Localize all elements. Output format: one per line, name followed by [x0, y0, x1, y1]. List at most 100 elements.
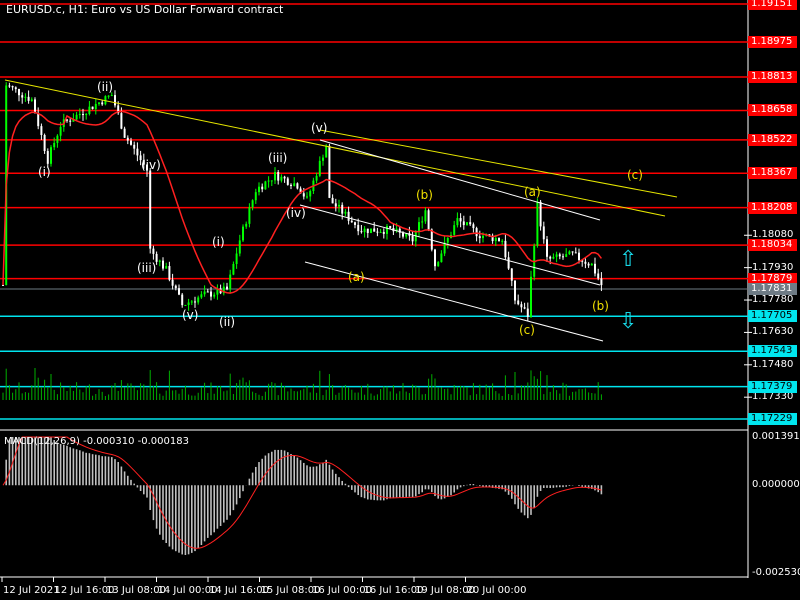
candle-body [280, 176, 283, 181]
up-arrow-icon: ⇧ [619, 247, 638, 272]
candle-body [386, 225, 388, 234]
candle-body [53, 142, 56, 148]
candle-body [523, 307, 526, 309]
candle-body [248, 207, 251, 224]
candle-body [133, 144, 136, 149]
candle-body [302, 193, 305, 197]
candle-body [482, 235, 484, 239]
candle-body [232, 263, 235, 275]
candle-body [171, 279, 174, 286]
wave-label: (v) [182, 308, 199, 322]
candle-body [328, 145, 331, 198]
candle-body [69, 120, 72, 122]
candle-body [59, 126, 62, 136]
candle-body [389, 225, 392, 229]
red-level-label: 1.18658 [748, 104, 797, 117]
candle-body [331, 197, 334, 204]
candle-body [242, 226, 244, 241]
candle-body [600, 278, 603, 286]
candle-body [206, 291, 209, 293]
wave-label: (iv) [286, 206, 306, 220]
candle-body [258, 186, 260, 193]
candle-body [254, 192, 257, 201]
candle-body [24, 96, 27, 98]
red-level-label: 1.18034 [748, 239, 797, 252]
candle-body [501, 240, 504, 242]
candle-body [270, 180, 273, 182]
cyan-level-label: 1.17543 [748, 345, 797, 358]
candle-body [443, 242, 446, 254]
candle-body [210, 291, 212, 297]
candle-body [498, 238, 500, 242]
candle-body [123, 128, 126, 138]
candle-body [414, 231, 417, 242]
candle-body [590, 263, 593, 266]
candle-body [418, 222, 420, 232]
candle-body [238, 240, 241, 254]
candle-body [555, 254, 558, 257]
candle-body [11, 86, 14, 88]
candle-body [91, 106, 94, 110]
candle-body [594, 263, 596, 274]
candle-body [597, 273, 600, 279]
candle-body [478, 236, 481, 239]
candle-body [347, 211, 350, 221]
red-level-label: 1.18975 [748, 36, 797, 48]
price-tick: 1.17930 [752, 261, 794, 273]
candle-body [152, 248, 155, 254]
candle-body [267, 180, 270, 182]
candle-body [530, 276, 532, 317]
candle-body [126, 137, 129, 141]
candle-body [174, 285, 177, 289]
candle-body [75, 114, 78, 120]
candle-body [462, 221, 465, 226]
candle-body [571, 251, 574, 253]
candle-body [469, 222, 472, 225]
candle-body [21, 95, 24, 98]
candle-body [370, 228, 372, 234]
candle-body [475, 228, 478, 237]
wave-label: (a) [524, 185, 541, 199]
candle-body [98, 102, 100, 104]
wave-label: (i) [212, 235, 225, 249]
candle-body [446, 238, 449, 243]
wave-label: (b) [416, 188, 433, 202]
candle-body [101, 102, 104, 105]
candle-body [306, 196, 308, 198]
candle-body [494, 238, 497, 242]
candle-body [574, 252, 577, 254]
candle-body [354, 222, 356, 225]
candle-body [251, 200, 254, 208]
candle-body [162, 260, 164, 269]
wave-label: (c) [627, 168, 643, 182]
candle-body [517, 300, 520, 305]
candle-body [472, 224, 475, 229]
candle-body [587, 263, 590, 266]
price-chart[interactable] [0, 0, 800, 600]
candle-body [344, 211, 347, 214]
trendline-yellow [4, 79, 666, 217]
candle-body [539, 201, 542, 227]
candle-body [350, 220, 353, 223]
candle-body [411, 235, 414, 242]
candle-body [136, 148, 139, 156]
candle-body [213, 294, 216, 297]
candle-body [379, 231, 382, 233]
candle-body [37, 113, 40, 127]
wave-label: (c) [519, 323, 535, 337]
candle-body [507, 257, 510, 269]
candle-body [82, 114, 84, 116]
candle-body [360, 231, 363, 233]
candle-body [88, 106, 91, 115]
candle-body [440, 253, 443, 263]
macd-axis-label: 0.001391 [752, 431, 800, 442]
candle-body [50, 147, 52, 164]
candle-body [277, 172, 280, 181]
time-label: 20 Jul 00:00 [466, 585, 527, 596]
candle-body [427, 210, 430, 230]
candle-body [110, 95, 113, 97]
wave-label: (iii) [137, 261, 157, 275]
chart-window[interactable]: EURUSD.c, H1: Euro vs US Dollar Forward … [0, 0, 800, 600]
candle-body [510, 268, 513, 281]
candle-body [402, 232, 404, 237]
